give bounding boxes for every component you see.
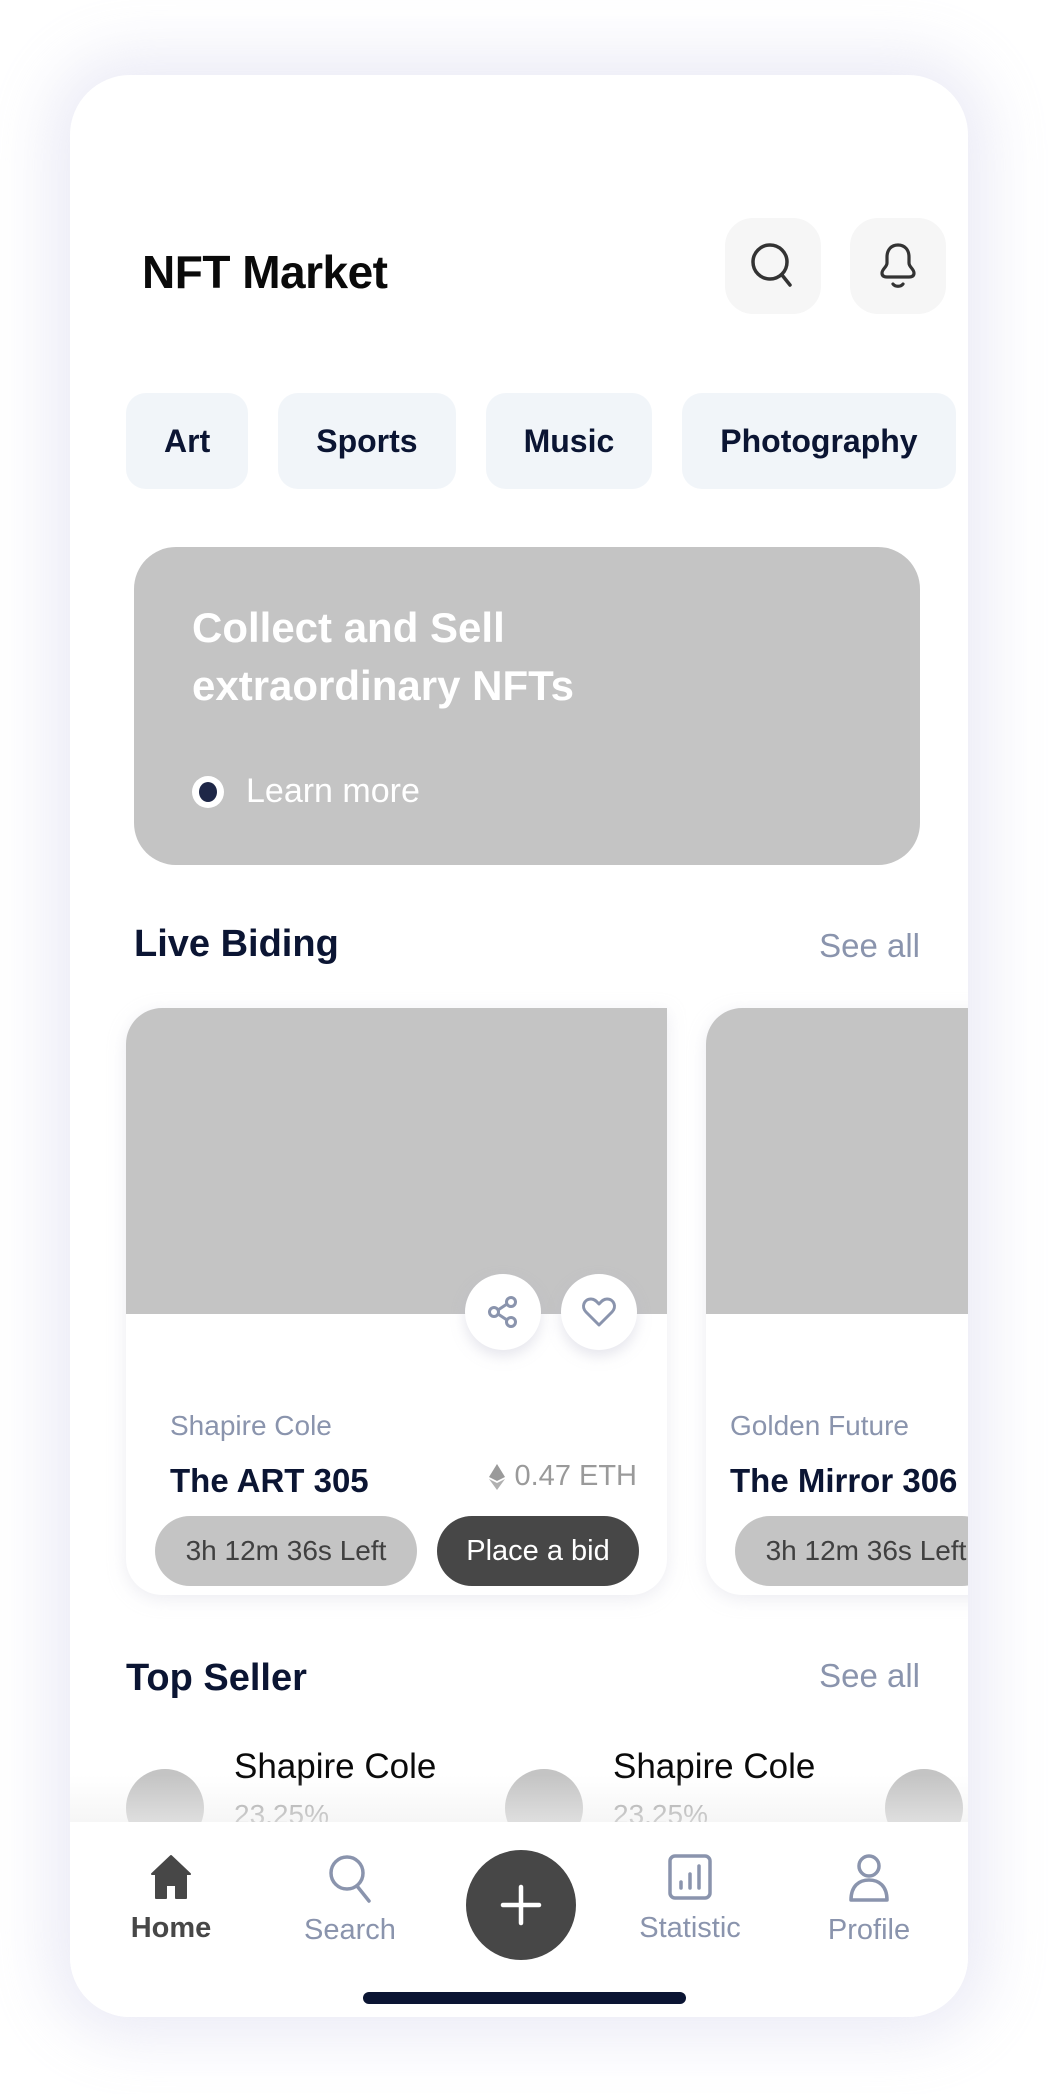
add-button[interactable]: [466, 1850, 576, 1960]
nav-label: Profile: [827, 1914, 911, 1946]
live-bidding-see-all[interactable]: See all: [819, 927, 920, 965]
promo-banner[interactable]: Collect and Sell extraordinary NFTs Lear…: [134, 547, 920, 865]
place-bid-button[interactable]: Place a bid: [437, 1516, 639, 1586]
bottom-nav: Home Search Statistic Profile: [70, 1822, 968, 2017]
home-indicator: [363, 1992, 686, 2004]
nft-title: The ART 305: [170, 1462, 369, 1499]
nav-label: Search: [304, 1914, 396, 1946]
learn-more-link[interactable]: Learn more: [192, 772, 420, 811]
share-icon: [488, 1296, 517, 1328]
chart-icon: [668, 1854, 712, 1900]
search-icon: [329, 1855, 371, 1903]
live-bid-card[interactable]: Golden Future The Mirror 306 3h 12m 36s …: [706, 1008, 968, 1595]
user-icon: [849, 1854, 889, 1902]
chip-sports[interactable]: Sports: [278, 393, 456, 489]
phone-screen: NFT Market Art Sports Music Photography …: [70, 75, 968, 2017]
artist-name: Golden Future: [730, 1410, 909, 1441]
learn-more-label: Learn more: [246, 772, 420, 810]
top-seller-see-all[interactable]: See all: [819, 1657, 920, 1695]
live-bid-card[interactable]: Shapire Cole The ART 305 0.47 ETH 3h 12m…: [126, 1008, 667, 1595]
search-icon: [751, 243, 792, 287]
nav-home[interactable]: Home: [101, 1852, 241, 1945]
nav-profile[interactable]: Profile: [799, 1852, 939, 1947]
radio-dot-icon: [192, 775, 224, 808]
home-icon: [151, 1855, 191, 1899]
nav-search[interactable]: Search: [280, 1852, 420, 1947]
nav-label: Statistic: [639, 1912, 741, 1944]
plus-icon: [500, 1884, 542, 1926]
nft-image: [706, 1008, 968, 1314]
banner-title: Collect and Sell extraordinary NFTs: [192, 604, 574, 709]
heart-icon: [582, 1297, 616, 1327]
category-chips: Art Sports Music Photography: [126, 393, 956, 489]
search-button[interactable]: [725, 218, 821, 314]
ethereum-icon: [488, 1463, 505, 1490]
live-bidding-title: Live Biding: [134, 923, 339, 965]
notification-button[interactable]: [850, 218, 946, 314]
nft-image: [126, 1008, 667, 1314]
artist-name: Shapire Cole: [170, 1410, 332, 1441]
nav-shadow: [70, 1775, 968, 1822]
nav-label: Home: [130, 1912, 212, 1944]
chip-photography[interactable]: Photography: [682, 393, 956, 489]
price-value: 0.47 ETH: [514, 1460, 638, 1492]
nft-title: The Mirror 306: [730, 1462, 958, 1499]
bell-icon: [880, 243, 916, 288]
nft-price: 0.47 ETH: [488, 1460, 638, 1493]
nav-statistic[interactable]: Statistic: [620, 1852, 760, 1945]
chip-music[interactable]: Music: [485, 393, 653, 489]
page-title: NFT Market: [142, 246, 388, 298]
time-left-badge: 3h 12m 36s Left: [735, 1516, 968, 1586]
chip-art[interactable]: Art: [126, 393, 249, 489]
time-left-badge: 3h 12m 36s Left: [155, 1516, 417, 1586]
top-seller-title: Top Seller: [126, 1657, 307, 1699]
share-button[interactable]: [465, 1274, 541, 1350]
like-button[interactable]: [561, 1274, 637, 1350]
